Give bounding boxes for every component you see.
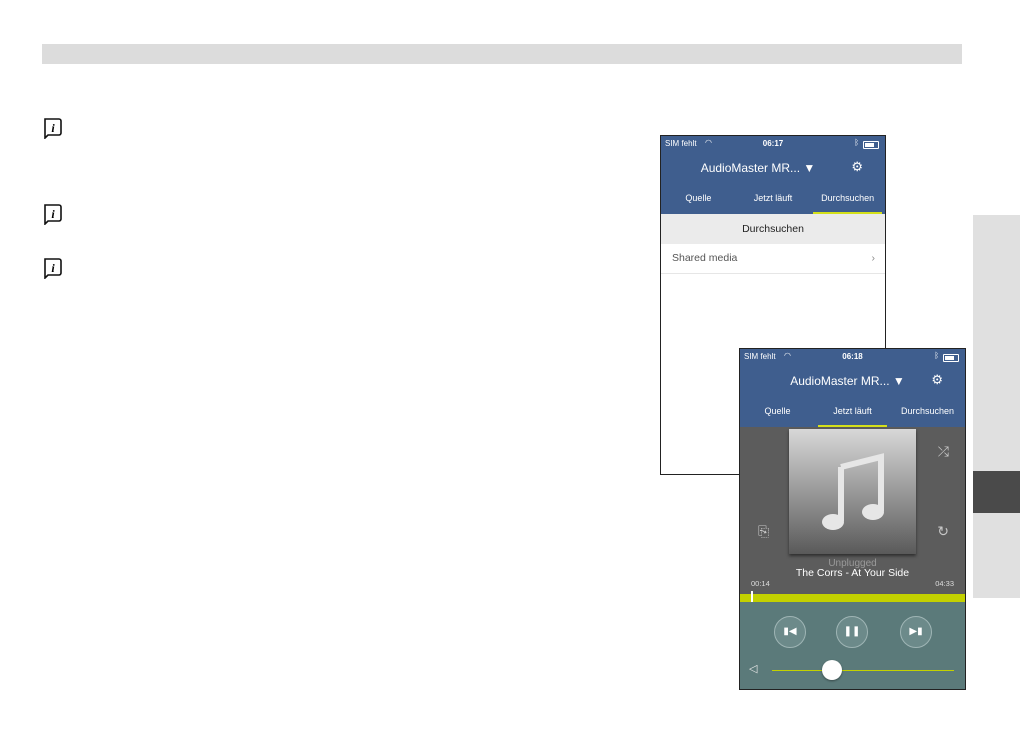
tab-quelle[interactable]: Quelle [661,182,736,214]
volume-slider[interactable] [772,670,954,671]
tab-bar: Quelle Jetzt läuft Durchsuchen [740,395,965,427]
svg-text:i: i [51,121,55,135]
status-bar: SIM fehlt ◠ 06:18 ᛒ [740,349,965,365]
dropdown-arrow-icon: ▼ [892,374,905,388]
player-area: ⤮ ⎘ ↻ Unplugged The Corrs - At Your Side… [740,427,965,597]
side-tab-light-lower [973,513,1020,598]
tab-durchsuchen[interactable]: Durchsuchen [810,182,885,214]
side-tab-dark [973,471,1020,513]
speaker-icon: ◁ [749,663,758,675]
device-name: AudioMaster MR... ▼ [790,374,905,388]
status-time: 06:17 [762,139,784,148]
info-icon: i [44,118,62,139]
next-icon: ▶▮ [909,626,923,637]
total-time: 04:33 [935,579,954,588]
next-button[interactable]: ▶▮ [900,616,932,648]
tab-bar: Quelle Jetzt läuft Durchsuchen [661,182,885,214]
share-icon[interactable]: ⎘ [758,523,769,540]
side-tab-light [973,215,1020,471]
device-selector[interactable]: AudioMaster MR... ▼ ⚙ [740,365,965,395]
svg-text:i: i [51,207,55,221]
section-title: Durchsuchen [661,214,885,244]
volume-handle[interactable] [822,660,842,680]
chevron-right-icon: › [871,252,876,264]
progress-bar[interactable] [740,591,965,605]
svg-text:i: i [51,261,55,275]
device-name: AudioMaster MR... ▼ [700,161,816,175]
music-note-icon [822,453,884,530]
playback-controls: ▮◀ ❚❚ ▶▮ ◁ [740,602,965,689]
previous-icon: ▮◀ [783,626,797,637]
track-title: The Corrs - At Your Side [795,567,910,579]
info-icon: i [44,258,62,279]
tab-jetzt-laeuft[interactable]: Jetzt läuft [736,182,811,214]
elapsed-time: 00:14 [751,579,770,588]
bluetooth-icon: ᛒ [854,138,859,147]
shuffle-icon[interactable]: ⤮ [938,443,949,460]
list-item[interactable]: Shared media › [661,244,885,274]
tab-durchsuchen[interactable]: Durchsuchen [890,395,965,427]
device-selector[interactable]: AudioMaster MR... ▼ ⚙ [661,152,885,182]
gear-icon[interactable]: ⚙ [931,372,943,388]
pause-button[interactable]: ❚❚ [836,616,868,648]
info-icon: i [44,204,62,225]
repeat-icon[interactable]: ↻ [937,523,949,540]
gear-icon[interactable]: ⚙ [851,159,863,175]
dropdown-arrow-icon: ▼ [803,161,816,175]
previous-button[interactable]: ▮◀ [774,616,806,648]
album-cover [789,429,916,554]
status-time: 06:18 [842,352,863,361]
now-playing-screen: SIM fehlt ◠ 06:18 ᛒ AudioMaster MR... ▼ … [739,348,966,690]
battery-icon [863,141,879,149]
status-bar: SIM fehlt ◠ 06:17 ᛒ [661,136,885,152]
tab-quelle[interactable]: Quelle [740,395,815,427]
list-item-label: Shared media [672,252,738,264]
bluetooth-icon: ᛒ [934,351,939,360]
battery-icon [943,354,959,362]
page-header-bar [42,44,962,64]
pause-icon: ❚❚ [843,626,861,637]
tab-jetzt-laeuft[interactable]: Jetzt läuft [815,395,890,427]
nav-header: SIM fehlt ◠ 06:18 ᛒ AudioMaster MR... ▼ … [740,349,965,427]
nav-header: SIM fehlt ◠ 06:17 ᛒ AudioMaster MR... ▼ … [661,136,885,214]
